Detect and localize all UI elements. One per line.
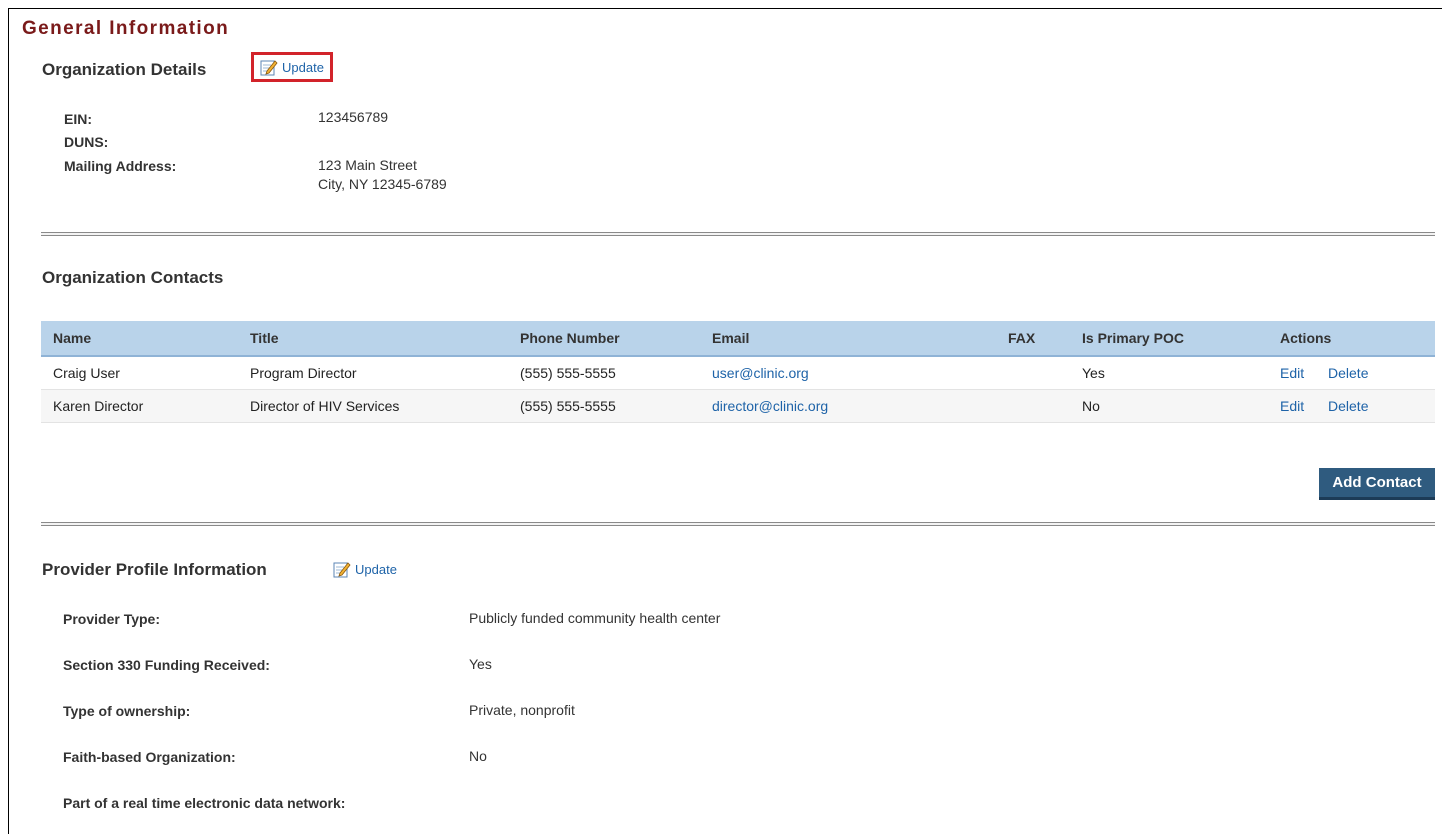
contacts-header-row: Name Title Phone Number Email FAX Is Pri… bbox=[41, 321, 1435, 357]
org-details-update-label: Update bbox=[282, 59, 324, 75]
edit-contact-link[interactable]: Edit bbox=[1280, 365, 1304, 381]
contact-email-link[interactable]: user@clinic.org bbox=[712, 365, 809, 381]
contact-actions: Edit Delete bbox=[1268, 356, 1435, 390]
contact-actions: Edit Delete bbox=[1268, 389, 1435, 423]
page-title: General Information bbox=[22, 18, 230, 39]
delete-contact-link[interactable]: Delete bbox=[1328, 365, 1368, 381]
contact-fax bbox=[996, 389, 1070, 423]
org-details-title: Organization Details bbox=[42, 60, 207, 79]
faith-based-value: No bbox=[469, 748, 487, 764]
contact-fax bbox=[996, 356, 1070, 390]
ownership-type-label: Type of ownership: bbox=[63, 703, 191, 719]
col-email[interactable]: Email bbox=[700, 321, 996, 357]
mailing-address-line1: 123 Main Street bbox=[318, 157, 417, 173]
contact-email-link[interactable]: director@clinic.org bbox=[712, 398, 828, 414]
contact-primary: Yes bbox=[1070, 356, 1268, 390]
contact-phone: (555) 555-5555 bbox=[508, 356, 700, 390]
contacts-title: Organization Contacts bbox=[42, 268, 224, 287]
contact-title: Program Director bbox=[238, 356, 508, 390]
table-row: Karen Director Director of HIV Services … bbox=[41, 389, 1435, 423]
delete-contact-link[interactable]: Delete bbox=[1328, 398, 1368, 414]
contact-phone: (555) 555-5555 bbox=[508, 389, 700, 423]
provider-profile-title: Provider Profile Information bbox=[42, 560, 267, 579]
ownership-type-value: Private, nonprofit bbox=[469, 702, 575, 718]
data-network-label: Part of a real time electronic data netw… bbox=[63, 795, 346, 811]
pencil-edit-icon bbox=[260, 60, 278, 76]
contact-name: Craig User bbox=[41, 356, 238, 390]
add-contact-button[interactable]: Add Contact bbox=[1319, 468, 1435, 500]
faith-based-label: Faith-based Organization: bbox=[63, 749, 236, 765]
section-330-label: Section 330 Funding Received: bbox=[63, 657, 270, 673]
contact-name: Karen Director bbox=[41, 389, 238, 423]
mailing-address-line2: City, NY 12345-6789 bbox=[318, 176, 447, 192]
ein-value: 123456789 bbox=[318, 109, 389, 125]
col-title[interactable]: Title bbox=[238, 321, 508, 357]
section-divider bbox=[41, 232, 1435, 236]
duns-label: DUNS: bbox=[64, 134, 109, 150]
table-row: Craig User Program Director (555) 555-55… bbox=[41, 356, 1435, 390]
contact-primary: No bbox=[1070, 389, 1268, 423]
mailing-address-label: Mailing Address: bbox=[64, 158, 177, 174]
section-330-value: Yes bbox=[469, 656, 492, 672]
provider-profile-update-label: Update bbox=[355, 561, 397, 577]
provider-type-value: Publicly funded community health center bbox=[469, 610, 721, 626]
section-divider bbox=[41, 522, 1435, 526]
contacts-table: Name Title Phone Number Email FAX Is Pri… bbox=[41, 321, 1435, 423]
col-phone[interactable]: Phone Number bbox=[508, 321, 700, 357]
pencil-edit-icon bbox=[333, 562, 351, 578]
col-name[interactable]: Name bbox=[41, 321, 238, 357]
col-primary-poc[interactable]: Is Primary POC bbox=[1070, 321, 1268, 357]
org-details-update-link[interactable]: Update bbox=[251, 52, 333, 82]
provider-profile-update-link[interactable]: Update bbox=[333, 560, 397, 578]
col-actions: Actions bbox=[1268, 321, 1435, 357]
col-fax[interactable]: FAX bbox=[996, 321, 1070, 357]
ein-label: EIN: bbox=[64, 111, 92, 127]
provider-type-label: Provider Type: bbox=[63, 611, 160, 627]
contact-title: Director of HIV Services bbox=[238, 389, 508, 423]
edit-contact-link[interactable]: Edit bbox=[1280, 398, 1304, 414]
